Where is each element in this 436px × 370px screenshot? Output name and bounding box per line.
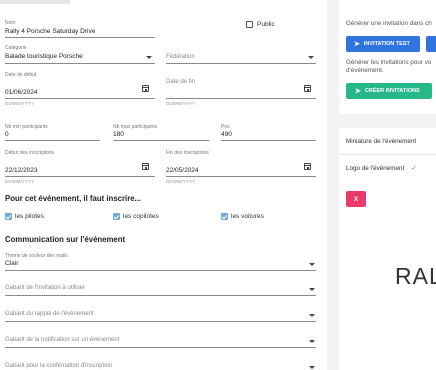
voitures-checkbox[interactable] <box>221 213 228 220</box>
nb-min-underline <box>5 140 100 141</box>
pilotes-checkbox[interactable] <box>5 213 12 220</box>
fin-inscriptions-input[interactable]: 22/05/2024 <box>166 167 199 174</box>
calendar-icon[interactable] <box>304 85 311 92</box>
gabarit-notification-select[interactable]: Gabarit de la notification sur un événem… <box>5 337 119 343</box>
nom-underline <box>5 37 155 38</box>
prix-underline <box>221 140 316 141</box>
debut-inscriptions-label: Début des inscriptions <box>5 150 55 156</box>
thumbnail-title: Miniature de l'événement <box>346 138 417 145</box>
invitation-test-button[interactable]: ➤ INVITATION TEST <box>346 36 420 52</box>
inscription-heading: Pour cet événement, il faut inscrire... <box>5 194 142 203</box>
gabarit-invitation-underline <box>5 295 316 296</box>
check-icon: ✓ <box>411 165 417 172</box>
nb-max-input[interactable]: 180 <box>113 131 124 138</box>
fin-inscriptions-label: Fin des inscriptions <box>166 150 209 156</box>
nb-max-label: Nb max participants <box>113 124 158 130</box>
nom-label: Nom <box>5 20 16 26</box>
secondary-action-button[interactable] <box>426 36 436 52</box>
theme-underline <box>5 270 316 271</box>
debut-inscriptions-input[interactable]: 22/12/2023 <box>5 167 38 174</box>
nb-min-input[interactable]: 0 <box>5 131 9 138</box>
calendar-icon[interactable] <box>142 163 149 170</box>
logo-label: Logo de l'événement <box>346 165 405 172</box>
date-fin-hint: DD/MM/YYYY <box>166 101 196 106</box>
nom-input[interactable]: Rally 4 Porsche Saturday Drive <box>5 28 95 35</box>
voitures-label: les voitures <box>231 213 264 220</box>
calendar-icon[interactable] <box>142 85 149 92</box>
nb-min-label: Nb min participants <box>5 124 48 130</box>
federation-underline <box>166 63 316 64</box>
gabarit-confirmation-select[interactable]: Gabarit pour la confirmation d'inscripti… <box>5 363 112 369</box>
debut-inscriptions-hint: DD/MM/YYYY <box>5 179 35 184</box>
debut-inscriptions-underline <box>5 176 155 177</box>
chevron-down-icon <box>309 288 315 291</box>
send-icon: ➤ <box>355 87 361 95</box>
copilotes-checkbox[interactable] <box>113 213 120 220</box>
remove-logo-button[interactable]: X <box>346 191 366 207</box>
generate-invitation-text: Générer une invitation dans ch <box>346 20 432 27</box>
top-strip <box>0 0 70 4</box>
prix-input[interactable]: 490 <box>221 131 232 138</box>
categorie-underline <box>5 63 155 64</box>
invitations-panel: Générer une invitation dans ch ➤ INVITAT… <box>339 0 436 114</box>
categorie-select[interactable]: Balade touristique Porsche <box>5 53 83 60</box>
create-invitations-button[interactable]: ➤ CRÉER INVITATIONS <box>346 83 432 99</box>
date-fin-underline <box>166 98 316 99</box>
public-label: Public <box>257 21 275 28</box>
chevron-down-icon <box>308 56 314 59</box>
fin-inscriptions-underline <box>166 176 316 177</box>
chevron-down-icon <box>309 340 315 343</box>
thumbnail-panel: Miniature de l'événement Logo de l'événe… <box>339 128 436 370</box>
copilotes-label: les copilotes <box>123 213 159 220</box>
gabarit-invitation-select[interactable]: Gabarit de l'invitation à utiliser <box>5 285 85 291</box>
date-debut-input[interactable]: 01/06/2024 <box>5 89 38 96</box>
send-icon: ➤ <box>354 40 360 48</box>
nb-max-underline <box>113 140 209 141</box>
theme-label: Thème de couleur des mails <box>5 253 68 259</box>
gabarit-rappel-underline <box>5 321 316 322</box>
prix-label: Prix <box>221 124 230 130</box>
chevron-down-icon <box>309 314 315 317</box>
divider <box>339 154 436 155</box>
pilotes-label: les pilotes <box>15 213 44 220</box>
chevron-down-icon <box>309 366 315 369</box>
public-checkbox[interactable] <box>246 21 253 28</box>
date-fin-input[interactable]: Date de fin <box>166 79 195 85</box>
chevron-down-icon <box>309 263 315 266</box>
federation-select[interactable]: Fédération <box>166 54 195 60</box>
date-debut-label: Date de début <box>5 72 37 78</box>
event-logo: RAL <box>395 263 436 289</box>
gabarit-notification-underline <box>5 347 316 348</box>
fin-inscriptions-hint: DD/MM/YYYY <box>166 179 196 184</box>
chevron-down-icon <box>146 56 152 59</box>
date-debut-hint: DD/MM/YYYY <box>5 101 35 106</box>
calendar-icon[interactable] <box>304 163 311 170</box>
date-debut-underline <box>5 98 155 99</box>
gabarit-rappel-select[interactable]: Gabarit du rappel de l'événement <box>5 311 94 317</box>
communication-heading: Communication sur l'événement <box>5 235 126 244</box>
generate-all-text-2: d'événement. <box>346 67 384 74</box>
event-form-panel: Nom Rally 4 Porsche Saturday Drive Publi… <box>0 0 327 370</box>
generate-all-text-1: Générer les invitations pour vo <box>346 59 432 66</box>
theme-select[interactable]: Clair <box>5 260 18 267</box>
categorie-label: Catégorie <box>5 45 27 51</box>
